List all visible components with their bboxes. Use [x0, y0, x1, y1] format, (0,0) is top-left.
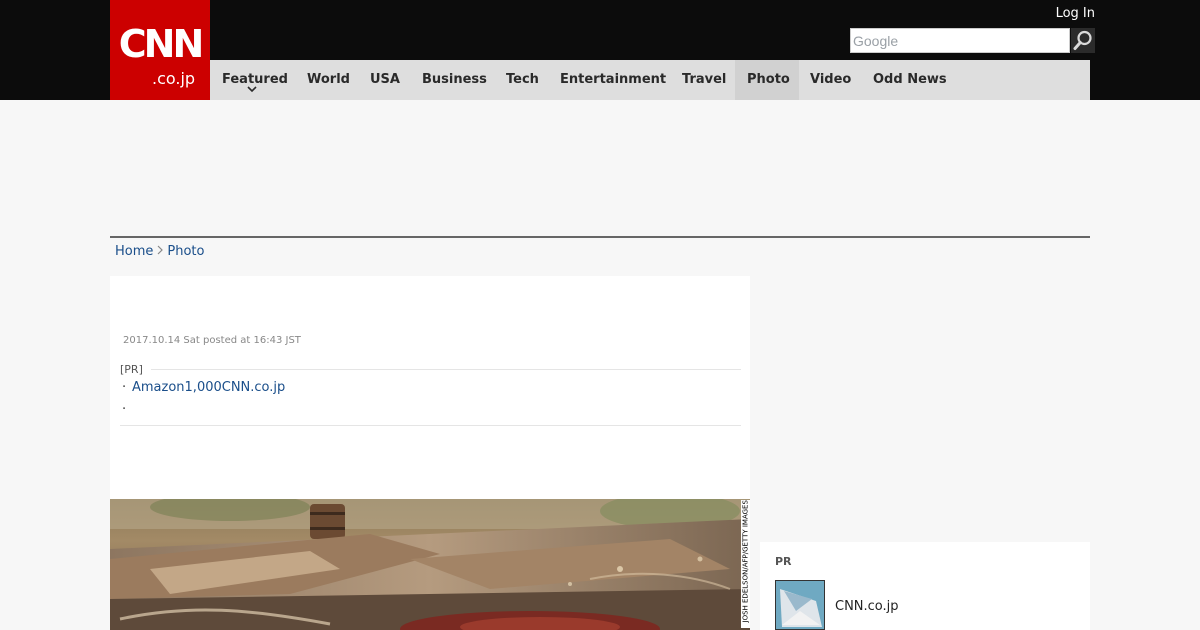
pr-divider-top: [120, 369, 741, 370]
chevron-right-icon: [153, 243, 167, 261]
pr-item-title[interactable]: CNN.co.jp: [835, 599, 899, 615]
cnn-logo[interactable]: CNN .co.jp: [110, 0, 210, 100]
pr-link[interactable]: Amazon1,000CNN.co.jp: [132, 380, 285, 395]
section-divider: [110, 236, 1090, 238]
nav-item-featured[interactable]: Featured: [210, 60, 300, 100]
search-input[interactable]: [850, 28, 1070, 53]
nav-item-business[interactable]: Business: [410, 60, 499, 100]
nav-item-photo[interactable]: Photo: [735, 60, 799, 100]
photo-credit: JOSH EDELSON/AFP/GETTY IMAGES: [741, 500, 750, 628]
main-nav: Featured World USA Business Tech Enterta…: [210, 60, 1090, 100]
logo-domain: .co.jp: [152, 69, 196, 88]
nav-item-world[interactable]: World: [295, 60, 362, 100]
logo-wordmark: CNN: [118, 22, 205, 66]
nav-item-tech[interactable]: Tech: [494, 60, 551, 100]
chevron-down-icon: [247, 86, 257, 93]
article-card: 2017.10.14 Sat posted at 16:43 JST [PR] …: [110, 276, 750, 630]
nav-item-odd-news[interactable]: Odd News: [861, 60, 959, 100]
pr-thumbnail[interactable]: [775, 580, 825, 630]
article-photo[interactable]: [110, 499, 750, 630]
nav-item-usa[interactable]: USA: [358, 60, 412, 100]
breadcrumb: Home Photo: [115, 243, 204, 261]
pr-list-item: · Amazon1,000CNN.co.jp: [122, 380, 286, 395]
pr-list-item: ·: [122, 402, 127, 417]
magnifier-icon: [1073, 30, 1092, 50]
nav-item-travel[interactable]: Travel: [670, 60, 738, 100]
photo-credit-text: JOSH EDELSON/AFP/GETTY IMAGES: [741, 500, 750, 623]
post-date: 2017.10.14 Sat posted at 16:43 JST: [123, 335, 301, 346]
nav-item-entertainment[interactable]: Entertainment: [548, 60, 678, 100]
pr-label: [PR]: [120, 363, 151, 377]
search-button[interactable]: [1071, 28, 1095, 53]
breadcrumb-home[interactable]: Home: [115, 244, 153, 259]
sidebar-pr-card: PR CNN.co.jp: [760, 542, 1090, 630]
ad-banner-area: [110, 100, 1090, 236]
pr-divider-bottom: [120, 425, 741, 426]
nav-item-video[interactable]: Video: [798, 60, 863, 100]
sidebar-pr-label: PR: [775, 555, 792, 568]
login-link[interactable]: Log In: [1040, 5, 1095, 23]
breadcrumb-photo[interactable]: Photo: [167, 244, 204, 259]
